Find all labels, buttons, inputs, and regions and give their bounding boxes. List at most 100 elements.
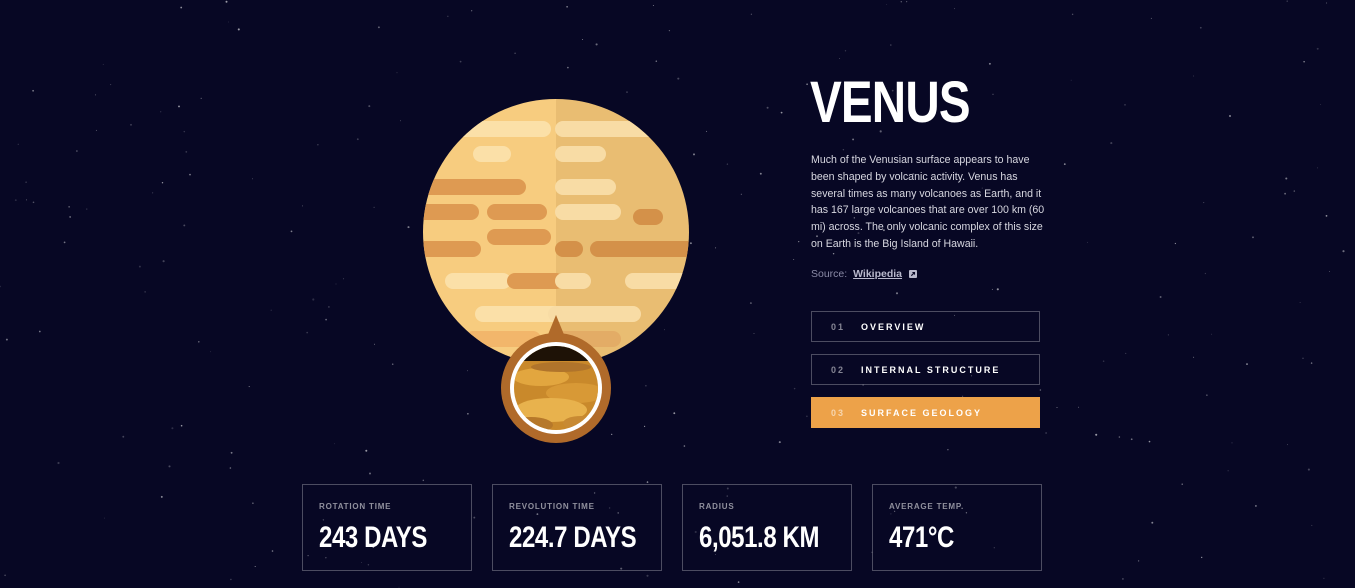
external-link-icon[interactable]: [908, 270, 917, 278]
star: [343, 278, 345, 280]
star: [1211, 333, 1213, 335]
star: [301, 205, 304, 207]
star: [655, 60, 658, 62]
star: [252, 178, 253, 180]
star: [1125, 352, 1127, 354]
star: [102, 63, 104, 65]
star: [1302, 357, 1304, 359]
star: [692, 153, 696, 156]
star: [290, 230, 293, 233]
tab-number: 02: [831, 364, 846, 375]
star: [778, 441, 781, 444]
star: [996, 288, 999, 291]
star: [806, 83, 808, 86]
star: [1204, 272, 1207, 275]
star: [1303, 60, 1305, 63]
star: [611, 433, 613, 436]
star: [95, 129, 97, 131]
stat-label: ROTATION TIME: [319, 502, 392, 511]
star: [1328, 271, 1330, 273]
star: [806, 415, 808, 418]
star: [1199, 26, 1202, 29]
star: [673, 412, 676, 415]
star: [162, 260, 165, 263]
star: [391, 363, 394, 365]
star: [110, 84, 112, 86]
star: [271, 550, 274, 552]
star: [737, 581, 740, 583]
star: [180, 424, 183, 427]
stat-label: REVOLUTION TIME: [509, 502, 595, 511]
star: [992, 93, 994, 95]
stat-value: 224.7 DAYS: [509, 521, 637, 554]
star: [237, 28, 240, 31]
star: [1070, 79, 1072, 81]
star: [407, 226, 410, 229]
star: [248, 386, 250, 388]
star: [4, 574, 6, 577]
star: [76, 150, 78, 152]
star: [86, 208, 88, 210]
star: [334, 443, 336, 445]
source-label: Source:: [811, 268, 848, 280]
star: [317, 144, 319, 146]
star: [780, 111, 783, 114]
star: [32, 89, 34, 92]
star: [467, 413, 469, 415]
tab-internal-structure[interactable]: 02 INTERNAL STRUCTURE: [811, 354, 1040, 385]
planet-description: Much of the Venusian surface appears to …: [811, 154, 1045, 250]
star: [1167, 334, 1169, 336]
star: [356, 138, 359, 141]
star: [180, 6, 183, 9]
star: [254, 565, 256, 568]
star: [750, 13, 753, 15]
star: [1151, 521, 1154, 524]
star: [1231, 442, 1233, 444]
star: [1148, 440, 1151, 443]
stat-value: 471°C: [889, 521, 954, 554]
star: [749, 302, 752, 305]
star: [1102, 360, 1105, 362]
star: [5, 338, 8, 341]
star: [63, 241, 66, 244]
star: [189, 173, 191, 176]
star: [706, 130, 708, 132]
star: [1342, 250, 1345, 253]
source-link-wikipedia[interactable]: Wikipedia: [853, 268, 902, 280]
star: [335, 283, 337, 285]
star: [1150, 17, 1152, 19]
stat-value: 6,051.8 KM: [699, 521, 820, 554]
source-line: Source: Wikipedia: [811, 268, 917, 280]
star: [1293, 190, 1296, 192]
star: [230, 578, 232, 581]
star: [130, 123, 132, 126]
star: [1087, 241, 1089, 243]
star: [14, 199, 17, 201]
star: [1193, 75, 1195, 77]
star: [626, 91, 628, 93]
tab-number: 01: [831, 321, 846, 332]
star: [844, 50, 847, 52]
star: [1227, 470, 1229, 472]
star: [152, 192, 154, 194]
star: [1056, 406, 1058, 409]
star: [365, 449, 368, 452]
star: [185, 151, 188, 153]
tab-surface-geology[interactable]: 03 SURFACE GEOLOGY: [811, 397, 1040, 428]
star: [400, 120, 401, 122]
star: [171, 427, 174, 430]
tab-overview[interactable]: 01 OVERVIEW: [811, 311, 1040, 342]
star: [595, 43, 598, 46]
star: [1159, 296, 1162, 298]
star: [689, 242, 692, 245]
star: [1286, 0, 1288, 2]
star: [715, 247, 717, 249]
star: [947, 448, 949, 451]
star: [1174, 242, 1177, 245]
star: [1118, 436, 1121, 438]
star: [178, 105, 180, 108]
star: [17, 143, 19, 145]
tab-label: SURFACE GEOLOGY: [861, 407, 983, 418]
star: [1310, 362, 1313, 364]
star: [753, 333, 755, 334]
